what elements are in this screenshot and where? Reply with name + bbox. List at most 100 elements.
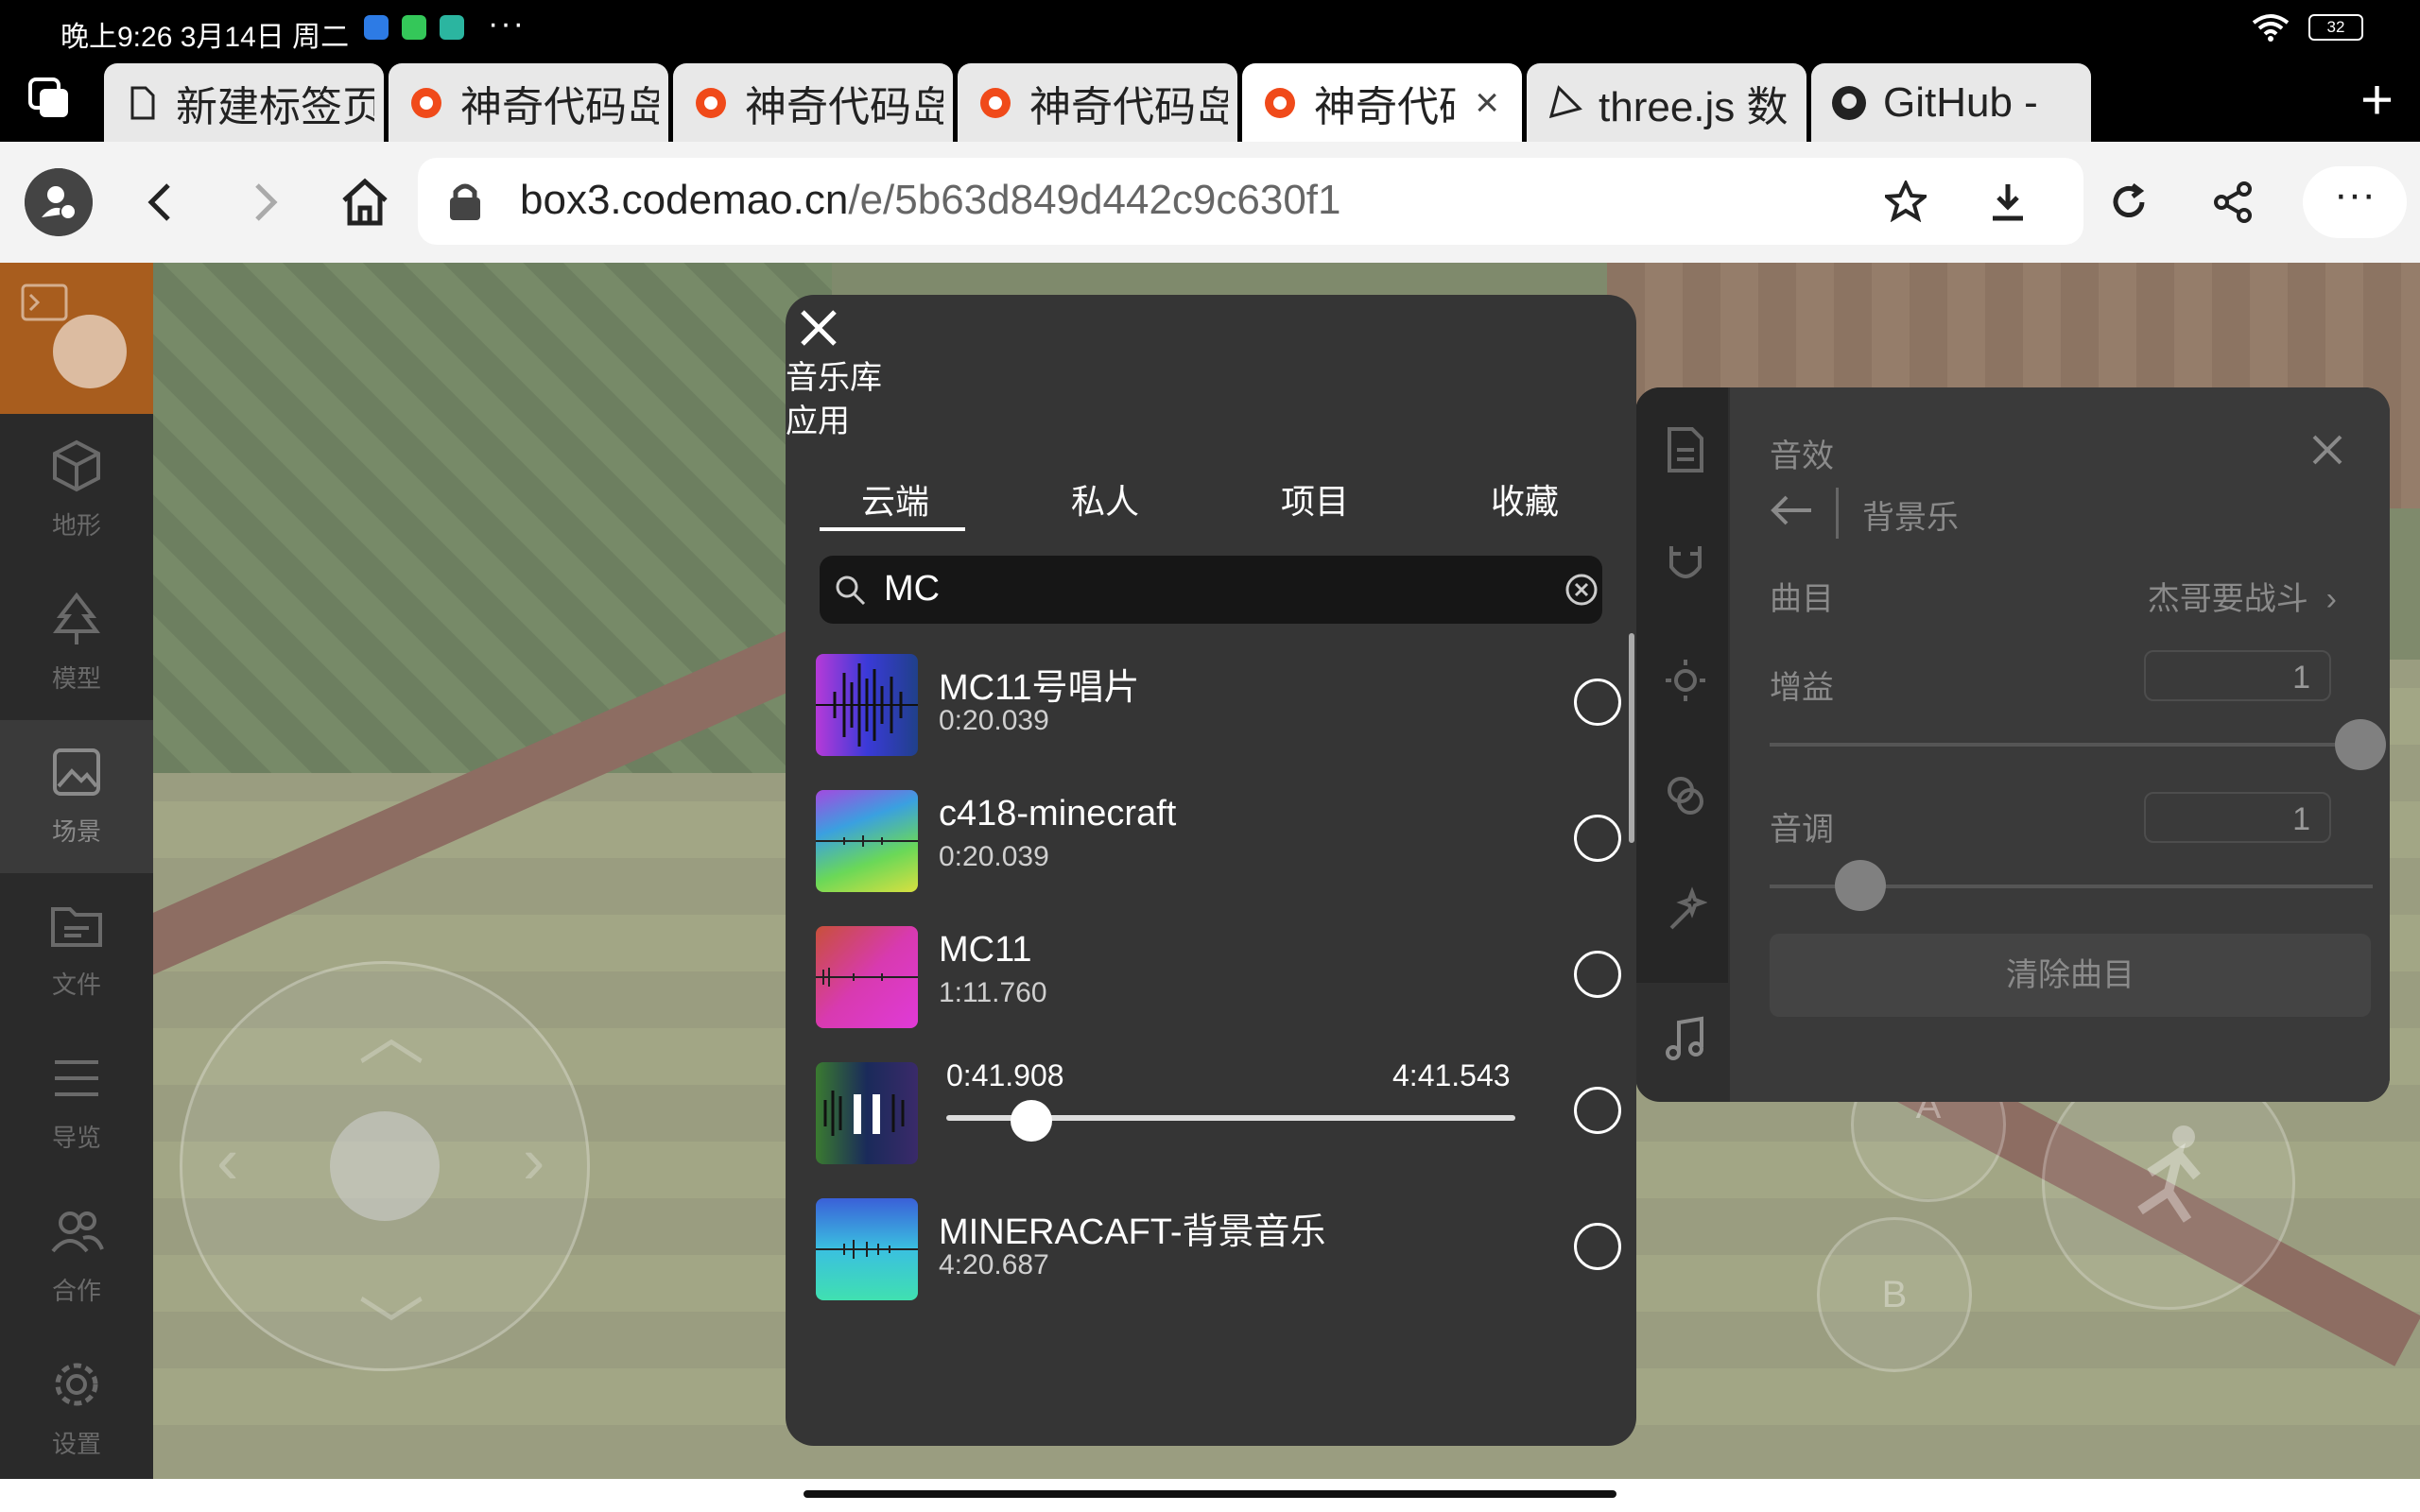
gain-slider-thumb[interactable] [2335, 719, 2387, 770]
sidebar-item-guide[interactable]: 导览 [0, 1026, 153, 1179]
list-scrollbar[interactable] [1629, 633, 1634, 843]
playback-progress-thumb[interactable] [1010, 1100, 1052, 1142]
playback-current-time: 0:41.908 [946, 1058, 1064, 1092]
sparkle-icon[interactable] [1664, 886, 1707, 936]
cube-icon [53, 439, 100, 492]
codemao-icon [411, 87, 441, 118]
threejs-icon [1548, 84, 1582, 118]
close-tab-icon[interactable]: × [1475, 79, 1499, 127]
magnet-icon[interactable] [1664, 541, 1707, 590]
forward-icon[interactable] [236, 174, 293, 231]
bookmark-star-icon[interactable] [1885, 180, 1927, 222]
music-name: MINERACAFT-背景音乐 [939, 1212, 1326, 1252]
music-library-dialog: 音乐库 应用 云端 私人 项目 收藏 MC MC11号唱片 0:20.039 c… [786, 295, 1636, 1446]
select-radio[interactable] [1574, 679, 1621, 726]
sidebar-item-model[interactable]: 模型 [0, 567, 153, 720]
gain-input[interactable]: 1 [2144, 650, 2331, 701]
clear-track-button[interactable]: 清除曲目 [1770, 934, 2371, 1017]
select-radio[interactable] [1574, 815, 1621, 862]
music-duration: 0:20.039 [939, 841, 1049, 872]
joystick-down-icon: ﹀ [358, 1292, 424, 1366]
pitch-input[interactable]: 1 [2144, 792, 2331, 843]
back-icon[interactable] [132, 174, 189, 231]
close-icon[interactable] [795, 304, 842, 352]
sidebar-item-collab[interactable]: 合作 [0, 1179, 153, 1332]
sidebar-item-terrain[interactable]: 地形 [0, 414, 153, 567]
tab-codemao-active[interactable]: 神奇代码岛 × [1242, 63, 1522, 142]
pause-icon[interactable] [848, 1091, 886, 1138]
tab-switcher-icon[interactable] [26, 76, 72, 121]
editor-sidebar: 地形 模型 场景 文件 导览 合作 设置 [0, 263, 153, 1479]
image-icon [53, 748, 100, 796]
status-time: 晚上9:26 3月14日 周二 [60, 22, 350, 53]
tab-cloud[interactable]: 云端 [820, 474, 971, 531]
browser-tab-bar: 新建标签页 神奇代码岛 神奇代码岛 神奇代码岛 神奇代码岛 × three.js… [0, 57, 2420, 142]
select-radio[interactable] [1574, 1223, 1621, 1270]
home-indicator[interactable] [804, 1490, 1616, 1498]
tab-threejs[interactable]: three.js 数 [1527, 63, 1806, 142]
search-icon [836, 576, 866, 606]
music-list-item[interactable]: MINERACAFT-背景音乐 4:20.687 [816, 1187, 1621, 1323]
url-text[interactable]: box3.codemao.cn/e/5b63d849d442c9c630f1 [520, 177, 1341, 224]
music-name: MC11 [939, 930, 1032, 970]
tab-new-tab[interactable]: 新建标签页 [104, 63, 384, 142]
music-duration: 0:20.039 [939, 705, 1049, 736]
tab-codemao-1[interactable]: 神奇代码岛 [389, 63, 668, 142]
new-tab-button[interactable]: + [2360, 72, 2394, 129]
active-tab-underline [820, 527, 965, 531]
joystick-knob[interactable] [330, 1111, 440, 1221]
tab-github[interactable]: GitHub - [1811, 63, 2091, 142]
lock-icon[interactable] [446, 180, 484, 222]
apply-label[interactable]: 应用 [786, 395, 850, 441]
profile-icon[interactable] [25, 168, 93, 236]
circles-icon[interactable] [1664, 771, 1707, 820]
tab-codemao-2[interactable]: 神奇代码岛 [673, 63, 953, 142]
waveform-thumbnail [816, 654, 918, 756]
sidebar-item-scene[interactable]: 场景 [0, 720, 153, 873]
reload-icon[interactable] [2108, 181, 2150, 223]
sidebar-item-files[interactable]: 文件 [0, 873, 153, 1026]
sidebar-item-settings[interactable]: 设置 [0, 1332, 153, 1486]
tab-favorites[interactable]: 收藏 [1449, 474, 1600, 524]
list-icon [55, 1060, 98, 1096]
sfx-title: 音效 [1770, 438, 1834, 474]
shield-notification-icon [440, 15, 464, 40]
tab-project[interactable]: 项目 [1239, 474, 1391, 524]
home-icon[interactable] [337, 174, 393, 231]
arrow-left-icon[interactable] [1768, 491, 1815, 529]
music-search-input[interactable]: MC [820, 556, 1602, 624]
waveform-thumbnail [816, 1198, 918, 1300]
sun-icon[interactable] [1664, 656, 1707, 705]
download-icon[interactable] [1987, 180, 2029, 222]
wifi-icon [2252, 14, 2290, 42]
game-b-button[interactable]: B [1817, 1217, 1972, 1372]
joystick-up-icon: ︿ [358, 999, 424, 1073]
music-list-item-playing[interactable]: 0:41.908 4:41.543 [816, 1051, 1621, 1187]
movement-joystick[interactable]: ︿ ﹀ ‹ › [180, 961, 590, 1371]
sound-effect-panel: 音效 背景乐 曲目 杰哥要战斗 › 增益 1 音调 1 清除曲目 [1635, 387, 2390, 1102]
clear-search-icon[interactable] [1564, 573, 1599, 607]
omnibox[interactable]: box3.codemao.cn/e/5b63d849d442c9c630f1 [418, 158, 2083, 245]
address-bar-row: box3.codemao.cn/e/5b63d849d442c9c630f1 ·… [0, 142, 2420, 263]
search-value[interactable]: MC [884, 569, 940, 610]
select-radio[interactable] [1574, 951, 1621, 998]
tab-private[interactable]: 私人 [1029, 474, 1181, 524]
close-icon[interactable] [2310, 433, 2344, 467]
music-duration: 1:11.760 [939, 977, 1047, 1008]
joystick-left-icon: ‹ [216, 1124, 239, 1197]
music-name: MC11号唱片 [939, 668, 1140, 708]
share-icon[interactable] [2212, 181, 2254, 223]
music-list-item[interactable]: MC11 1:11.760 [816, 915, 1621, 1051]
tab-codemao-3[interactable]: 神奇代码岛 [958, 63, 1237, 142]
select-radio[interactable] [1574, 1087, 1621, 1134]
gain-slider-track[interactable] [1770, 743, 2373, 747]
music-list-item[interactable]: MC11号唱片 0:20.039 [816, 643, 1621, 779]
tree-icon [53, 592, 100, 644]
browser-menu-button[interactable]: ··· [2303, 166, 2407, 238]
music-list-item[interactable]: c418-minecraft 0:20.039 [816, 779, 1621, 915]
pitch-slider-thumb[interactable] [1834, 860, 1886, 911]
app-logo[interactable] [0, 263, 153, 414]
music-note-icon[interactable] [1664, 1015, 1707, 1064]
track-value[interactable]: 杰哥要战斗 › [2148, 573, 2337, 619]
document-icon[interactable] [1664, 425, 1707, 474]
